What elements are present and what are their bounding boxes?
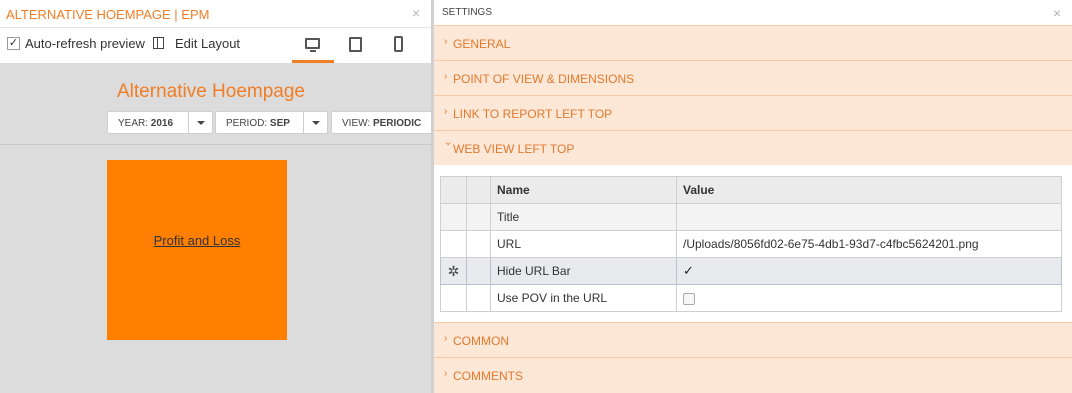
section-label: LINK TO REPORT LEFT TOP bbox=[453, 107, 613, 121]
section-label: COMMON bbox=[453, 334, 509, 348]
settings-panel: SETTINGS × › GENERAL › POINT OF VIEW & D… bbox=[434, 0, 1072, 393]
section-common[interactable]: › COMMON bbox=[434, 322, 1072, 357]
preview-header: Alternative Hoempage YEAR: 2016 PERIOD: … bbox=[0, 63, 435, 145]
pov-year-key: YEAR: bbox=[118, 118, 149, 129]
section-label: COMMENTS bbox=[453, 369, 523, 383]
web-view-properties: Name Value Title URL /Uploads/8056fd02-6… bbox=[434, 165, 1072, 322]
auto-refresh-label[interactable]: Auto-refresh preview bbox=[25, 36, 145, 51]
pov-view-select[interactable]: VIEW: PERIODIC bbox=[331, 111, 435, 134]
section-point-of-view[interactable]: › POINT OF VIEW & DIMENSIONS bbox=[434, 60, 1072, 95]
chevron-right-icon: › bbox=[444, 71, 448, 82]
chevron-right-icon: › bbox=[444, 106, 448, 117]
column-header-value[interactable]: Value bbox=[676, 176, 1062, 204]
table-row[interactable]: ✲ Hide URL Bar ✓ bbox=[440, 257, 1062, 285]
section-label: WEB VIEW LEFT TOP bbox=[453, 142, 575, 156]
settings-title-bar: SETTINGS × bbox=[434, 0, 1072, 25]
grid-header-row: Name Value bbox=[440, 176, 1062, 204]
property-name: Hide URL Bar bbox=[490, 257, 677, 285]
preview-toolbar: ✓ Auto-refresh preview Edit Layout bbox=[0, 28, 431, 63]
close-icon[interactable]: × bbox=[1053, 5, 1061, 21]
pov-year-select[interactable]: YEAR: 2016 bbox=[107, 111, 213, 134]
phone-view-button[interactable] bbox=[377, 28, 419, 63]
pov-period-value: SEP bbox=[269, 118, 290, 129]
property-name: URL bbox=[490, 230, 677, 258]
chevron-down-icon: ⌄ bbox=[444, 137, 453, 148]
property-name: Title bbox=[490, 203, 677, 231]
table-row[interactable]: Use POV in the URL bbox=[440, 284, 1062, 312]
section-label: GENERAL bbox=[453, 37, 511, 51]
chevron-down-icon[interactable] bbox=[188, 112, 212, 133]
pov-period-key: PERIOD: bbox=[226, 118, 268, 129]
hide-url-bar-checkbox[interactable]: ✓ bbox=[683, 263, 694, 278]
panel-title-bar: ALTERNATIVE HOEMPAGE | EPM × bbox=[0, 0, 431, 28]
properties-grid: Name Value Title URL /Uploads/8056fd02-6… bbox=[440, 176, 1062, 312]
chevron-right-icon: › bbox=[444, 368, 448, 379]
panel-title: ALTERNATIVE HOEMPAGE | EPM bbox=[6, 7, 210, 22]
edit-layout-icon[interactable] bbox=[153, 37, 164, 49]
section-label: POINT OF VIEW & DIMENSIONS bbox=[453, 72, 635, 86]
pov-period-select[interactable]: PERIOD: SEP bbox=[215, 111, 328, 134]
phone-icon bbox=[394, 36, 403, 52]
desktop-view-button[interactable] bbox=[292, 28, 334, 63]
tablet-icon bbox=[349, 37, 362, 52]
pov-view-key: VIEW: bbox=[342, 118, 371, 129]
pov-year-value: 2016 bbox=[150, 118, 174, 129]
column-header-name[interactable]: Name bbox=[490, 176, 677, 204]
preview-title: Alternative Hoempage bbox=[117, 81, 305, 102]
table-row[interactable]: URL /Uploads/8056fd02-6e75-4db1-93d7-c4f… bbox=[440, 230, 1062, 258]
layout-preview-panel: ALTERNATIVE HOEMPAGE | EPM × ✓ Auto-refr… bbox=[0, 0, 435, 393]
close-icon[interactable]: × bbox=[412, 5, 420, 21]
property-value[interactable] bbox=[676, 203, 1062, 231]
property-name: Use POV in the URL bbox=[490, 284, 677, 312]
section-web-view[interactable]: ⌄ WEB VIEW LEFT TOP bbox=[434, 130, 1072, 165]
section-comments[interactable]: › COMMENTS bbox=[434, 357, 1072, 393]
property-value[interactable]: /Uploads/8056fd02-6e75-4db1-93d7-c4fbc56… bbox=[676, 230, 1062, 258]
pov-view-value: PERIODIC bbox=[372, 118, 422, 129]
chevron-right-icon: › bbox=[444, 36, 448, 47]
table-row[interactable]: Title bbox=[440, 203, 1062, 231]
gear-icon[interactable]: ✲ bbox=[448, 263, 460, 279]
auto-refresh-checkbox[interactable]: ✓ bbox=[7, 37, 20, 50]
section-general[interactable]: › GENERAL bbox=[434, 25, 1072, 60]
desktop-icon bbox=[305, 38, 320, 52]
report-tile[interactable]: Profit and Loss bbox=[107, 160, 287, 340]
chevron-down-icon[interactable] bbox=[303, 112, 327, 133]
edit-layout-button[interactable]: Edit Layout bbox=[175, 36, 240, 51]
tablet-view-button[interactable] bbox=[334, 28, 376, 63]
chevron-right-icon: › bbox=[444, 333, 448, 344]
use-pov-checkbox[interactable] bbox=[683, 292, 695, 305]
settings-title: SETTINGS bbox=[442, 7, 493, 18]
profit-and-loss-link[interactable]: Profit and Loss bbox=[107, 233, 287, 248]
section-link-to-report[interactable]: › LINK TO REPORT LEFT TOP bbox=[434, 95, 1072, 130]
page-preview: Alternative Hoempage YEAR: 2016 PERIOD: … bbox=[0, 63, 435, 393]
